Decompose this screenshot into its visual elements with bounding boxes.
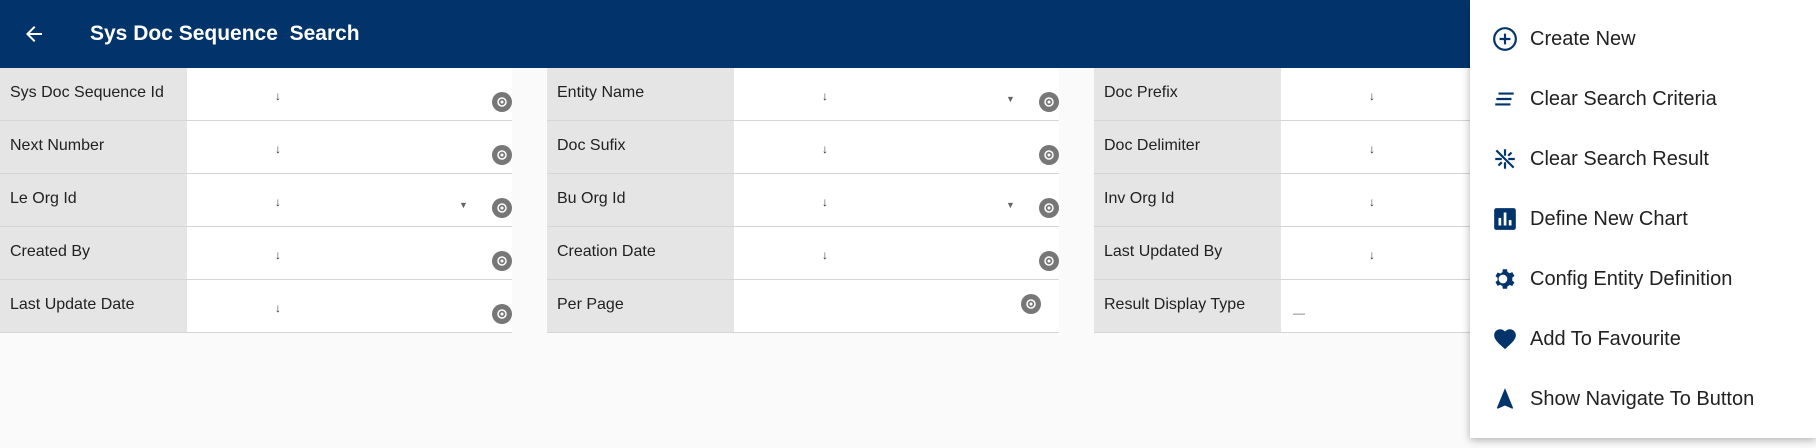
camera-icon[interactable]: [492, 251, 512, 271]
form-row: Doc Sufix ↓: [547, 121, 1059, 174]
heart-icon: [1492, 326, 1518, 352]
search-input[interactable]: ↓: [187, 280, 512, 332]
form-row: Last Update Date ↓: [0, 280, 512, 333]
back-button[interactable]: [14, 14, 54, 54]
field-label: Sys Doc Sequence Id: [0, 68, 187, 120]
dropdown-caret-icon[interactable]: ▼: [459, 200, 468, 210]
camera-icon[interactable]: [1039, 198, 1059, 218]
form-row: Le Org Id ↓ ▼: [0, 174, 512, 227]
camera-icon[interactable]: [492, 198, 512, 218]
menu-item-create-new[interactable]: Create New: [1470, 13, 1816, 65]
form-row: Entity Name ↓ ▼: [547, 68, 1059, 121]
search-form-column-2: Entity Name ↓ ▼ Doc Sufix ↓ Bu Org Id ↓ …: [547, 68, 1059, 333]
field-label: Entity Name: [547, 68, 734, 120]
menu-item-label: Add To Favourite: [1530, 328, 1681, 350]
sort-arrow-icon[interactable]: ↓: [1369, 90, 1375, 102]
sort-arrow-icon[interactable]: ↓: [822, 90, 828, 102]
dropdown-caret-icon[interactable]: ▼: [1006, 200, 1015, 210]
form-row: Created By ↓: [0, 227, 512, 280]
action-menu: Create New Clear Search Criteria Clear S…: [1470, 0, 1816, 438]
search-input[interactable]: ↓: [187, 68, 512, 120]
sort-arrow-icon[interactable]: ↓: [822, 196, 828, 208]
search-input[interactable]: ↓: [187, 121, 512, 173]
sort-arrow-icon[interactable]: ↓: [275, 249, 281, 261]
camera-icon[interactable]: [1039, 92, 1059, 112]
field-label: Le Org Id: [0, 174, 187, 226]
menu-item-config-entity-definition[interactable]: Config Entity Definition: [1470, 253, 1816, 305]
form-row: Next Number ↓: [0, 121, 512, 174]
page-title: Sys Doc Sequence Search: [90, 22, 360, 45]
field-label: Last Update Date: [0, 280, 187, 332]
field-label: Doc Prefix: [1094, 68, 1281, 120]
camera-icon[interactable]: [492, 304, 512, 324]
empty-value-dash: —: [1293, 306, 1305, 320]
search-input[interactable]: ↓: [187, 227, 512, 279]
sort-arrow-icon[interactable]: ↓: [1369, 249, 1375, 261]
field-label: Last Updated By: [1094, 227, 1281, 279]
search-select[interactable]: ↓ ▼: [734, 68, 1059, 120]
camera-icon[interactable]: [1039, 251, 1059, 271]
menu-item-label: Define New Chart: [1530, 208, 1688, 230]
form-row: Sys Doc Sequence Id ↓: [0, 68, 512, 121]
sort-arrow-icon[interactable]: ↓: [275, 196, 281, 208]
bar-chart-icon: [1492, 206, 1518, 232]
gear-icon: [1492, 266, 1518, 292]
sort-arrow-icon[interactable]: ↓: [1369, 196, 1375, 208]
search-input[interactable]: ↓: [734, 121, 1059, 173]
menu-item-define-new-chart[interactable]: Define New Chart: [1470, 193, 1816, 245]
menu-item-label: Show Navigate To Button: [1530, 388, 1755, 410]
field-label: Created By: [0, 227, 187, 279]
field-label: Creation Date: [547, 227, 734, 279]
arrow-left-icon: [26, 26, 42, 42]
camera-icon[interactable]: [492, 92, 512, 112]
camera-icon[interactable]: [1039, 145, 1059, 165]
clear-all-icon: [1492, 146, 1518, 172]
add-circle-icon: [1492, 26, 1518, 52]
menu-item-label: Clear Search Criteria: [1530, 88, 1717, 110]
clear-lines-icon: [1492, 86, 1518, 112]
sort-arrow-icon[interactable]: ↓: [1369, 143, 1375, 155]
search-form-column-1: Sys Doc Sequence Id ↓ Next Number ↓ Le O…: [0, 68, 512, 333]
menu-item-clear-search-result[interactable]: Clear Search Result: [1470, 133, 1816, 185]
menu-item-label: Clear Search Result: [1530, 148, 1709, 170]
menu-item-clear-search-criteria[interactable]: Clear Search Criteria: [1470, 73, 1816, 125]
field-label: Next Number: [0, 121, 187, 173]
camera-icon[interactable]: [492, 145, 512, 165]
menu-item-show-navigate-to-button[interactable]: Show Navigate To Button: [1470, 373, 1816, 425]
field-label: Bu Org Id: [547, 174, 734, 226]
sort-arrow-icon[interactable]: ↓: [822, 143, 828, 155]
menu-item-add-to-favourite[interactable]: Add To Favourite: [1470, 313, 1816, 365]
dropdown-caret-icon[interactable]: ▼: [1006, 94, 1015, 104]
sort-arrow-icon[interactable]: ↓: [275, 302, 281, 314]
sort-arrow-icon[interactable]: ↓: [822, 249, 828, 261]
form-row: Per Page: [547, 280, 1059, 333]
form-row: Creation Date ↓: [547, 227, 1059, 280]
navigation-arrow-icon: [1492, 386, 1518, 412]
form-row: Bu Org Id ↓ ▼: [547, 174, 1059, 227]
per-page-input[interactable]: [734, 280, 1059, 332]
sort-arrow-icon[interactable]: ↓: [275, 90, 281, 102]
field-label: Per Page: [547, 280, 734, 332]
field-label: Result Display Type: [1094, 280, 1281, 332]
search-select[interactable]: ↓ ▼: [187, 174, 512, 226]
sort-arrow-icon[interactable]: ↓: [275, 143, 281, 155]
camera-icon[interactable]: [1021, 294, 1041, 314]
menu-item-label: Create New: [1530, 28, 1636, 50]
field-label: Doc Sufix: [547, 121, 734, 173]
field-label: Doc Delimiter: [1094, 121, 1281, 173]
menu-item-label: Config Entity Definition: [1530, 268, 1733, 290]
field-label: Inv Org Id: [1094, 174, 1281, 226]
search-select[interactable]: ↓ ▼: [734, 174, 1059, 226]
search-input[interactable]: ↓: [734, 227, 1059, 279]
